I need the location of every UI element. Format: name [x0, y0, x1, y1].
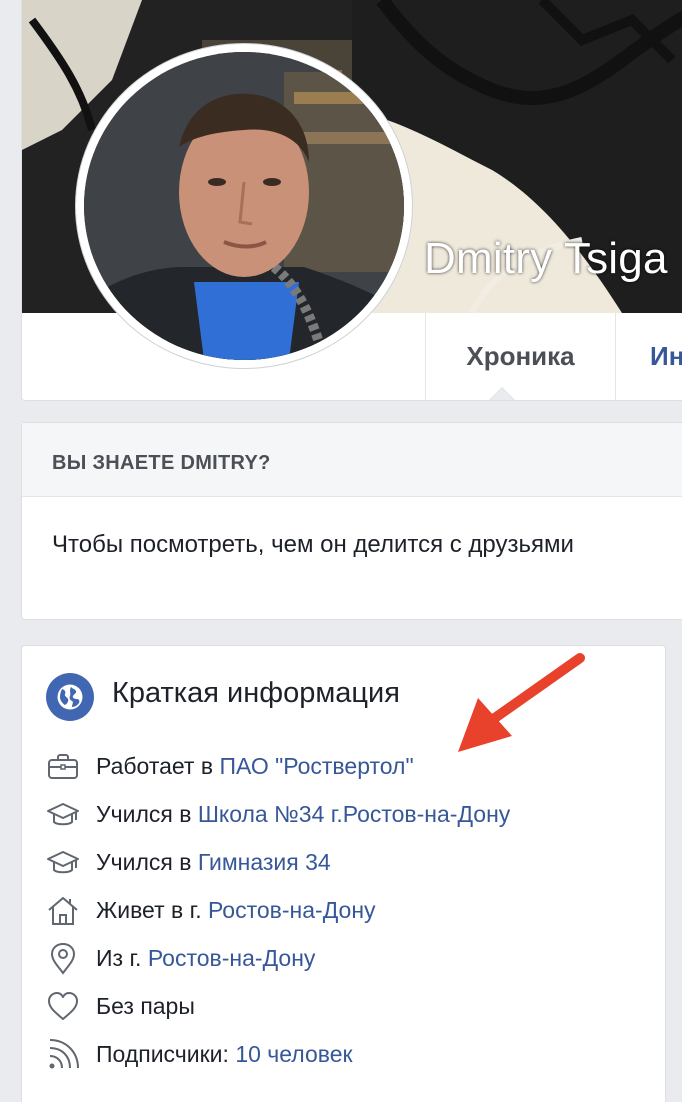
intro-label: Подписчики:	[96, 1041, 236, 1067]
know-card-heading: ВЫ ЗНАЕТЕ DMITRY?	[22, 423, 682, 497]
graduation-cap-icon	[47, 851, 79, 874]
followers-link[interactable]: 10 человек	[235, 1041, 352, 1067]
intro-label: Работает в	[96, 753, 220, 779]
globe-icon	[46, 673, 94, 721]
graduation-cap-icon	[47, 803, 79, 826]
avatar[interactable]	[75, 43, 413, 369]
intro-item-gymnasium: Учился в Гимназия 34	[46, 846, 646, 894]
profile-photo	[84, 52, 404, 360]
intro-list: Работает в ПАО "Роствертол" Учился в Шко…	[46, 750, 646, 1086]
intro-item-hometown: Из г. Ростов-на-Дону	[46, 942, 646, 990]
intro-label: Учился в	[96, 801, 198, 827]
intro-item-current-city: Живет в г. Ростов-на-Дону	[46, 894, 646, 942]
know-card-text: Чтобы посмотреть, чем он делится с друзь…	[52, 531, 574, 558]
page: Dmitry Tsiga Хроника Ин ВЫ ЗНАЕТЕ DMITRY…	[0, 0, 682, 1102]
intro-title: Краткая информация	[112, 677, 400, 709]
intro-item-relationship: Без пары	[46, 990, 646, 1038]
intro-item-school: Учился в Школа №34 г.Ростов-на-Дону	[46, 798, 646, 846]
employer-link[interactable]: ПАО "Роствертол"	[219, 753, 413, 779]
profile-name[interactable]: Dmitry Tsiga	[424, 234, 668, 284]
relationship-status: Без пары	[96, 993, 195, 1019]
red-arrow-annotation	[458, 653, 585, 752]
know-card: ВЫ ЗНАЕТЕ DMITRY? Чтобы посмотреть, чем …	[21, 422, 682, 620]
school-link[interactable]: Школа №34 г.Ростов-на-Дону	[198, 801, 510, 827]
map-pin-icon	[50, 942, 76, 975]
active-tab-caret	[489, 387, 515, 400]
current-city-link[interactable]: Ростов-на-Дону	[208, 897, 376, 923]
heart-icon	[48, 992, 78, 1020]
intro-label: Живет в г.	[96, 897, 208, 923]
intro-label: Из г.	[96, 945, 148, 971]
profile-header: Dmitry Tsiga Хроника Ин	[21, 0, 682, 401]
intro-label: Учился в	[96, 849, 198, 875]
home-icon	[48, 897, 78, 925]
hometown-link[interactable]: Ростов-на-Дону	[148, 945, 316, 971]
briefcase-icon	[48, 754, 78, 779]
intro-item-followers: Подписчики: 10 человек	[46, 1038, 646, 1086]
gymnasium-link[interactable]: Гимназия 34	[198, 849, 331, 875]
tab-timeline[interactable]: Хроника	[425, 313, 615, 400]
tab-about[interactable]: Ин	[615, 313, 682, 400]
rss-icon	[49, 1039, 79, 1069]
